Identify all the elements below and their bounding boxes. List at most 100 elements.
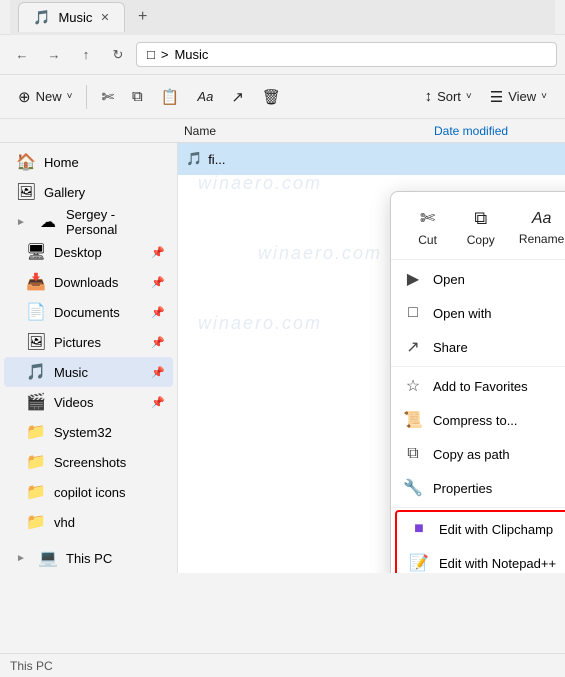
system32-icon: 📁 (26, 422, 46, 442)
watermark-2: winaero.com (258, 243, 382, 264)
pin-icon-documents: 📌 (151, 306, 165, 319)
ctx-properties-icon: 🔧 (403, 478, 423, 498)
ctx-rename-button[interactable]: Aa Rename (509, 204, 565, 252)
new-tab-button[interactable]: + (129, 3, 157, 31)
forward-icon: → (48, 47, 61, 62)
ctx-share2-button[interactable]: ↗ Share (391, 330, 565, 364)
up-icon: ↑ (83, 47, 90, 62)
active-tab[interactable]: 🎵 Music ✕ (18, 2, 125, 32)
ctx-cut-button[interactable]: ✄ Cut (403, 202, 453, 253)
paste-button[interactable]: 📋 (153, 83, 188, 111)
home-icon: 🏠 (16, 152, 36, 172)
ctx-notepadpp-label: Edit with Notepad++ (439, 556, 565, 571)
ctx-properties-button[interactable]: 🔧 Properties Alt+Enter (391, 471, 565, 505)
sidebar-item-vhd[interactable]: 📁 vhd (4, 507, 173, 537)
expander-icon: ► (16, 217, 30, 228)
up-button[interactable]: ↑ (72, 41, 100, 69)
tab-close-button[interactable]: ✕ (100, 11, 109, 24)
sidebar-label-vhd: vhd (54, 515, 165, 530)
sort-chevron: ˅ (466, 91, 472, 102)
sidebar-item-this-pc[interactable]: ► 💻 This PC (4, 543, 173, 573)
sidebar-label-music: Music (54, 365, 143, 380)
cut-icon: ✄ (101, 88, 114, 106)
cloud-icon: ☁ (38, 212, 58, 232)
ctx-compress-button[interactable]: 📜 Compress to... ► (391, 403, 565, 437)
delete-icon: 🗑 (262, 88, 281, 106)
ctx-share2-label: Share (433, 340, 565, 355)
pin-icon-desktop: 📌 (151, 246, 165, 259)
sidebar-item-pictures[interactable]: 🖼 Pictures 📌 (4, 327, 173, 357)
paste-icon: 📋 (161, 88, 180, 106)
sidebar-item-desktop[interactable]: 🖥 Desktop 📌 (4, 237, 173, 267)
pin-icon-pictures: 📌 (151, 336, 165, 349)
sidebar-label-pictures: Pictures (54, 335, 143, 350)
ctx-sep-1 (391, 366, 565, 367)
ctx-open-icon: ▶ (403, 269, 423, 289)
sidebar-item-music[interactable]: 🎵 Music 📌 (4, 357, 173, 387)
back-button[interactable]: ← (8, 41, 36, 69)
col-header-date[interactable]: Date modified (428, 124, 508, 138)
copy-icon: ⧉ (132, 88, 143, 105)
view-icon: ☰ (490, 88, 503, 106)
screenshots-icon: 📁 (26, 452, 46, 472)
context-menu-top-bar: ✄ Cut ⧉ Copy Aa Rename ↗ Share 🗑 Dele (391, 196, 565, 260)
address-bar: ← → ↑ ↻ □ > Music (0, 35, 565, 75)
ctx-open-with-label: Open with (433, 306, 565, 321)
share-button[interactable]: ↗ (223, 83, 252, 111)
watermark-1: winaero.com (198, 173, 322, 194)
title-bar: 🎵 Music ✕ + (0, 0, 565, 35)
copilot-icon: 📁 (26, 482, 46, 502)
sidebar-label-documents: Documents (54, 305, 143, 320)
new-label: New (36, 89, 62, 104)
ctx-copy-button[interactable]: ⧉ Copy (456, 202, 506, 253)
ctx-copy-path-label: Copy as path (433, 447, 565, 462)
file-row[interactable]: 🎵 fi... (178, 143, 565, 175)
cut-button[interactable]: ✄ (93, 83, 122, 111)
ctx-clipchamp-icon: ■ (409, 520, 429, 538)
column-headers: Name Date modified (0, 119, 565, 143)
sidebar-label-cloud: Sergey - Personal (66, 207, 165, 237)
sort-button[interactable]: ↕ Sort ˅ (417, 83, 480, 111)
main-layout: 🏠 Home 🖼 Gallery ► ☁ Sergey - Personal 🖥… (0, 143, 565, 573)
tab-music-icon: 🎵 (33, 9, 50, 26)
ctx-cut-icon: ✄ (420, 208, 435, 229)
sidebar-item-system32[interactable]: 📁 System32 (4, 417, 173, 447)
sidebar-item-downloads[interactable]: 📥 Downloads 📌 (4, 267, 173, 297)
sidebar-item-gallery[interactable]: 🖼 Gallery (4, 177, 173, 207)
ctx-clipchamp-button[interactable]: ■ Edit with Clipchamp (397, 512, 565, 546)
ctx-open-with-button[interactable]: □ Open with ► (391, 296, 565, 330)
sidebar-item-home[interactable]: 🏠 Home (4, 147, 173, 177)
ctx-favorites-button[interactable]: ☆ Add to Favorites (391, 369, 565, 403)
sidebar-item-screenshots[interactable]: 📁 Screenshots (4, 447, 173, 477)
sidebar-label-videos: Videos (54, 395, 143, 410)
new-icon: ⊕ (18, 88, 31, 106)
sidebar-item-videos[interactable]: 🎬 Videos 📌 (4, 387, 173, 417)
content-area[interactable]: winaero.com winaero.com winaero.com 🎵 fi… (178, 143, 565, 573)
path-separator: > (161, 47, 169, 62)
videos-icon: 🎬 (26, 392, 46, 412)
ctx-open-button[interactable]: ▶ Open Enter (391, 262, 565, 296)
delete-button[interactable]: 🗑 (254, 83, 289, 111)
toolbar: ⊕ New ˅ ✄ ⧉ 📋 Aa ↗ 🗑 ↕ Sort ˅ ☰ View ˅ (0, 75, 565, 119)
new-button[interactable]: ⊕ New ˅ (10, 83, 80, 111)
music-icon: 🎵 (26, 362, 46, 382)
ctx-compress-label: Compress to... (433, 413, 565, 428)
file-icon: 🎵 (186, 151, 202, 167)
sidebar-item-documents[interactable]: 📄 Documents 📌 (4, 297, 173, 327)
address-path[interactable]: □ > Music (136, 42, 557, 67)
sidebar-item-cloud[interactable]: ► ☁ Sergey - Personal (4, 207, 173, 237)
toolbar-right: ↕ Sort ˅ ☰ View ˅ (417, 83, 555, 111)
copy-button[interactable]: ⧉ (124, 83, 151, 110)
view-button[interactable]: ☰ View ˅ (482, 83, 555, 111)
highlighted-items-container: ■ Edit with Clipchamp 📝 Edit with Notepa… (397, 512, 565, 573)
col-header-name[interactable]: Name (178, 124, 428, 138)
rename-button[interactable]: Aa (189, 84, 221, 109)
ctx-copy-path-button[interactable]: ⧉ Copy as path Ctrl+Shift+C (391, 437, 565, 471)
ctx-rename-label: Rename (519, 232, 564, 246)
ctx-notepadpp-button[interactable]: 📝 Edit with Notepad++ (397, 546, 565, 573)
forward-button[interactable]: → (40, 41, 68, 69)
refresh-button[interactable]: ↻ (104, 41, 132, 69)
sidebar-item-copilot[interactable]: 📁 copilot icons (4, 477, 173, 507)
tab-strip: 🎵 Music ✕ + (10, 0, 555, 35)
pin-icon-downloads: 📌 (151, 276, 165, 289)
